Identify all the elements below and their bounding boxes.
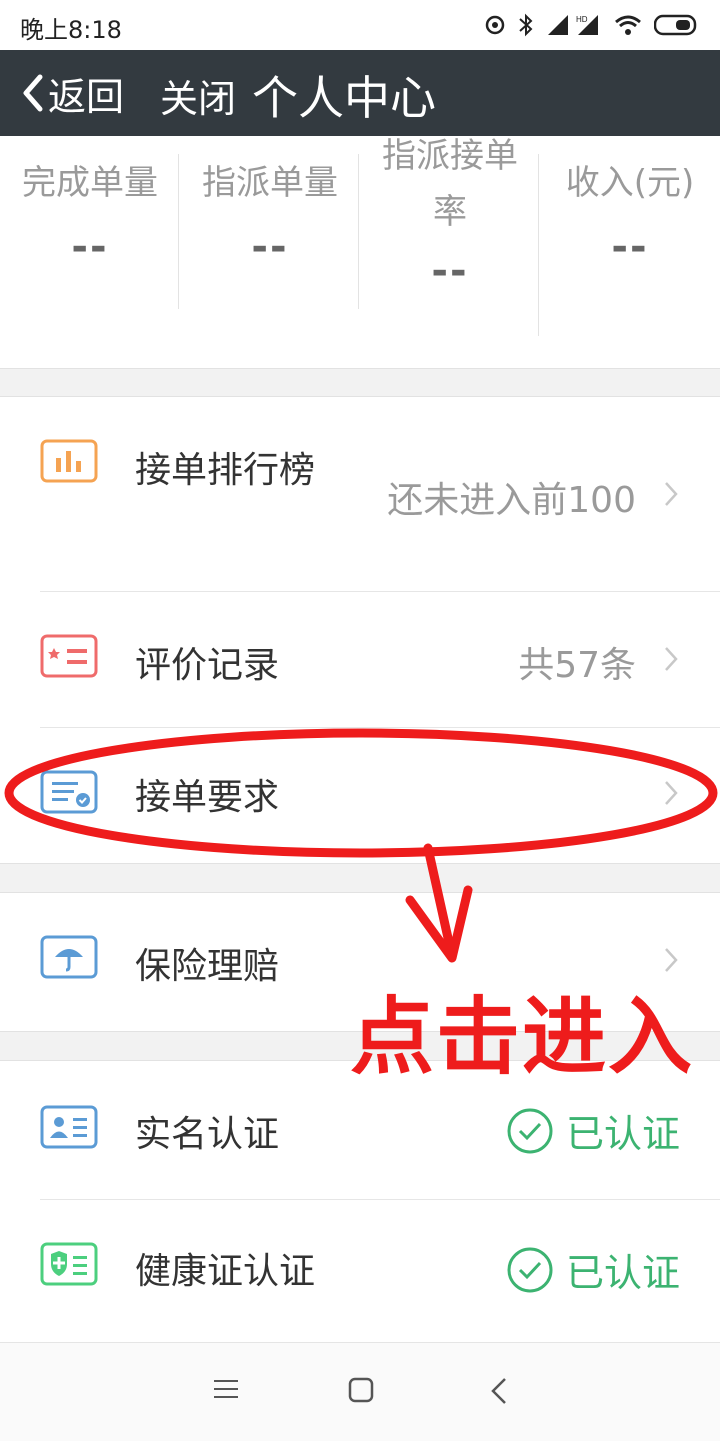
menu-item-reviews[interactable]: 评价记录 共57条 (0, 592, 720, 727)
chevron-right-icon (665, 482, 678, 506)
svg-text:HD: HD (576, 15, 588, 24)
id-card-icon (40, 1105, 98, 1149)
divider (358, 154, 359, 309)
close-button[interactable]: 关闭 (160, 68, 236, 123)
back-label: 返回 (48, 74, 125, 119)
stat-label: 指派接单率 (382, 136, 518, 232)
wifi-icon (615, 15, 641, 35)
chevron-left-icon (23, 74, 43, 112)
stat-value: -- (71, 224, 109, 270)
menu-icon[interactable] (214, 1377, 238, 1401)
status-icons: HD (484, 12, 700, 38)
hotspot-icon (485, 15, 505, 35)
home-icon[interactable] (348, 1377, 374, 1403)
chevron-right-icon (665, 647, 678, 671)
menu-label: 实名认证 (135, 1114, 280, 1155)
verified-badge: 已认证 (506, 1103, 680, 1158)
bluetooth-icon (519, 13, 533, 37)
page-title: 个人中心 (252, 71, 436, 125)
check-circle-icon (507, 1108, 553, 1153)
menu-item-ranking[interactable]: 接单排行榜 还未进入前100 (0, 397, 720, 591)
menu-value: 还未进入前100 (387, 480, 636, 521)
stat-completed: 完成单量 -- (0, 156, 180, 270)
check-circle-icon (507, 1247, 553, 1292)
stat-label: 完成单量 (22, 163, 158, 203)
stat-value: -- (431, 248, 469, 294)
stat-assigned: 指派单量 -- (180, 156, 360, 270)
title-bar: 返回 关闭 个人中心 (0, 50, 720, 136)
back-button[interactable]: 返回 (20, 66, 124, 120)
verified-badge: 已认证 (506, 1242, 680, 1297)
status-bar: 晚上8:18 HD (0, 0, 720, 50)
stat-label: 指派单量 (202, 163, 338, 203)
verified-label: 已认证 (565, 1112, 680, 1156)
menu-value: 共57条 (518, 645, 636, 686)
divider (538, 154, 539, 336)
verified-label: 已认证 (565, 1251, 680, 1295)
menu-label: 健康证认证 (135, 1251, 316, 1292)
health-card-icon (40, 1242, 98, 1286)
divider (178, 154, 179, 309)
annotation-ellipse (4, 728, 718, 963)
stat-value: -- (611, 224, 649, 270)
annotation-text: 点击进入 (350, 988, 695, 1086)
menu-label: 接单排行榜 (135, 450, 316, 491)
stat-label: 收入(元) (565, 163, 695, 203)
status-time: 晚上8:18 (20, 16, 122, 44)
menu-label: 评价记录 (135, 645, 280, 686)
section-gap (0, 368, 720, 397)
stat-income: 收入(元) -- (540, 156, 720, 270)
signal-icon: HD (548, 15, 598, 35)
back-nav-icon[interactable] (490, 1377, 508, 1405)
battery-icon (654, 14, 697, 36)
review-list-icon (40, 634, 98, 678)
system-nav-bar (0, 1342, 720, 1441)
menu-item-health-cert[interactable]: 健康证认证 已认证 (0, 1200, 720, 1338)
stat-value: -- (251, 224, 289, 270)
stat-accept-rate: 指派接单率 -- (360, 128, 540, 294)
stats-panel: 完成单量 -- 指派单量 -- 指派接单率 -- 收入(元) -- (0, 136, 720, 368)
